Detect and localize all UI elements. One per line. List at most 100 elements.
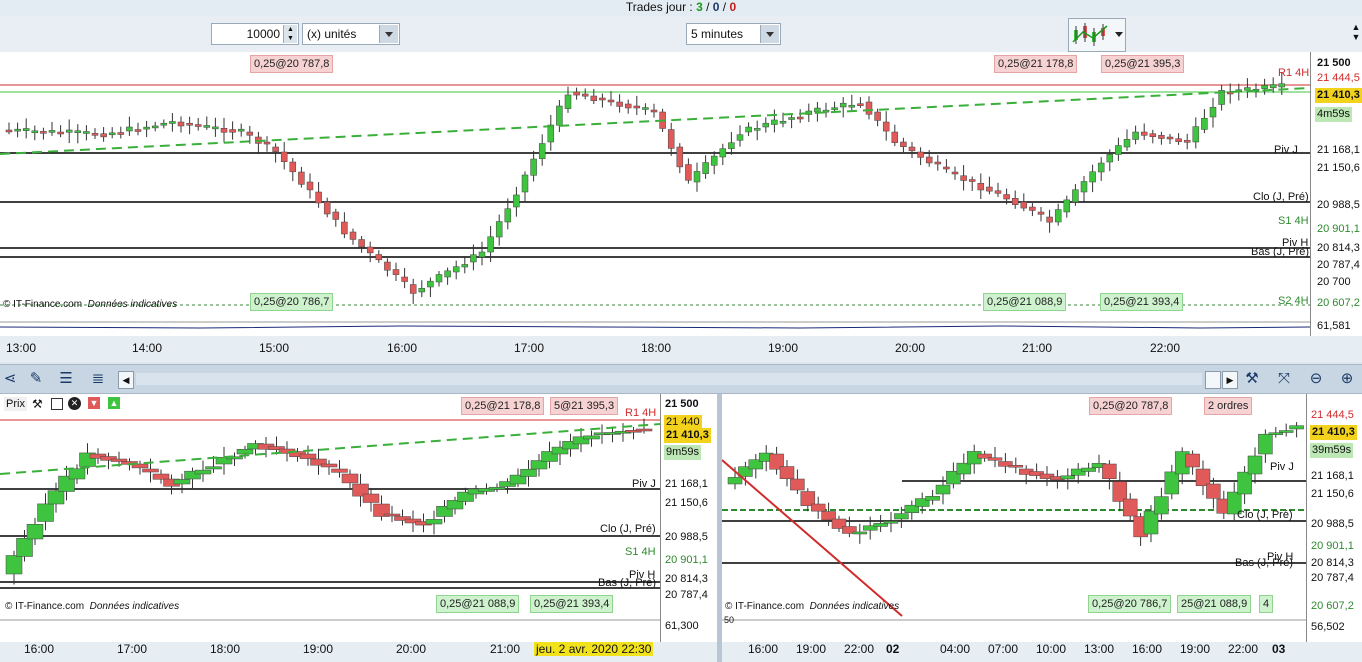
candle [1072,189,1079,203]
order-label[interactable]: 2 ordres [1204,397,1253,415]
candle [530,158,537,176]
candle [925,156,933,164]
right-price-chart[interactable]: 0,25@20 787,8 2 ordres 0,25@20 786,7 25@… [722,394,1306,642]
order-label[interactable]: 0,25@21 178,8 [461,397,545,415]
left-price-axis[interactable]: 21 500 21 440 21 410,3 9m59s 21 168,1 21… [660,394,718,642]
zoom-in-icon[interactable]: ⊕ [1337,369,1357,389]
candle [624,103,632,109]
candle [796,116,804,120]
trend-line [0,87,1310,155]
zoom-fit-icon[interactable]: ⤧ [1274,369,1294,389]
candle [1020,201,1028,209]
order-label[interactable]: 0,25@21 395,3 [1101,55,1185,73]
chart-title: Prix [4,397,27,411]
level-label: R1 4H [625,407,657,419]
zoom-out-icon[interactable]: ⊖ [1306,369,1326,389]
scroll-thumb[interactable] [1205,371,1221,389]
candle [418,288,426,293]
candle [1102,463,1117,480]
order-label[interactable]: 5@21 395,3 [550,397,619,415]
price-tick: 20 787,4 [1317,259,1360,271]
maximize-icon[interactable] [51,398,63,410]
level-label: Bas (J, Pré) [1235,557,1294,569]
unit-select[interactable]: (x) unités [302,23,400,45]
order-label[interactable]: 25@21 088,9 [1177,595,1252,613]
scroll-left-button[interactable]: ◀ [118,371,134,389]
price-tick: 20 814,3 [665,573,708,585]
indicator-list-icon[interactable]: ☰ [56,369,76,389]
candle [891,131,899,143]
candle [83,131,90,134]
share-icon[interactable]: ⋖ [0,369,20,389]
scroll-right-button[interactable]: ▶ [1222,371,1238,389]
buy-icon[interactable]: ▲ [108,397,120,409]
price-tick: 21 168,1 [1311,470,1354,482]
level-label: Piv J [632,478,656,490]
candle [839,102,847,108]
collapse-arrow-icon[interactable]: ▲ ▼ [1350,22,1362,52]
watermark: © IT-Finance.com Données indicatives [3,299,178,310]
candle [306,181,314,191]
candle [821,511,836,521]
candle [693,171,701,183]
candle [142,468,159,473]
wrench-icon[interactable]: ⚒ [1242,369,1262,389]
order-label[interactable]: 0,25@21 088,9 [983,293,1067,311]
candle [186,123,193,126]
candle [986,186,993,192]
sell-icon[interactable]: ▼ [88,397,100,409]
layers-icon[interactable]: ≣ [88,369,108,389]
order-label[interactable]: 0,25@21 178,8 [994,55,1078,73]
price-tick: 21 150,6 [1317,162,1360,174]
candle [1081,467,1096,472]
candle [702,162,709,174]
chart-type-button[interactable] [1068,18,1126,52]
main-price-axis[interactable]: 21 500 21 444,5 21 410,3 4m59s 21 168,1 … [1310,52,1362,336]
order-label[interactable]: 0,25@20 787,8 [250,55,334,73]
candle [908,146,916,152]
candle [358,239,365,248]
candle [1011,198,1019,205]
quantity-input[interactable]: 10000 ▲ ▼ [211,23,299,45]
candle [667,129,675,149]
trades-count-win: 3 [696,0,703,14]
candle [349,231,357,240]
candle [401,276,408,282]
order-label[interactable]: 0,25@21 088,9 [436,595,520,613]
candle [315,191,322,204]
horizontal-scrollbar[interactable] [136,373,1202,385]
candle [1201,117,1208,130]
level-label: Piv J [1274,144,1298,156]
order-label[interactable]: 0,25@21 393,4 [530,595,614,613]
order-label[interactable]: 0,25@20 787,8 [1089,397,1173,415]
indicator-value: 61,300 [665,620,699,632]
order-label[interactable]: 0,25@20 786,7 [1088,595,1172,613]
drawing-tool-icon[interactable]: ✎ [26,369,46,389]
order-label[interactable]: 0,25@20 786,7 [250,293,334,311]
candle [478,251,486,258]
candle [1112,481,1128,502]
close-icon[interactable]: ✕ [68,397,81,410]
left-price-chart[interactable]: Prix ⚒ ✕ ▼ ▲ 0,25@21 178,8 5@21 395,3 0,… [0,394,660,642]
candle [968,179,976,182]
order-label[interactable]: 4 [1259,595,1274,613]
candle [280,151,288,162]
order-toolbar: 10000 ▲ ▼ (x) unités 5 minutes [0,16,1362,52]
candle [1008,465,1024,468]
time-tick: 14:00 [132,341,163,355]
candle [100,133,107,138]
wrench-icon[interactable]: ⚒ [32,397,43,411]
quantity-stepper[interactable]: ▲ ▼ [283,25,297,43]
candle [1123,139,1131,148]
order-label[interactable]: 0,25@21 393,4 [1100,293,1184,311]
time-tick: 16:00 [387,341,418,355]
time-tick: 20:00 [396,642,427,656]
candle [1089,171,1096,183]
main-price-chart[interactable]: 0,25@20 787,8 0,25@21 178,8 0,25@21 395,… [0,52,1310,336]
candle [1029,206,1036,211]
indicator-value: 61,581 [1317,320,1351,332]
right-price-axis[interactable]: 21 444,5 21 410,3 39m59s 21 168,1 21 150… [1306,394,1362,642]
level-label: S1 4H [625,546,656,558]
interval-select[interactable]: 5 minutes [686,23,781,45]
time-tick: 03 [1272,642,1286,656]
